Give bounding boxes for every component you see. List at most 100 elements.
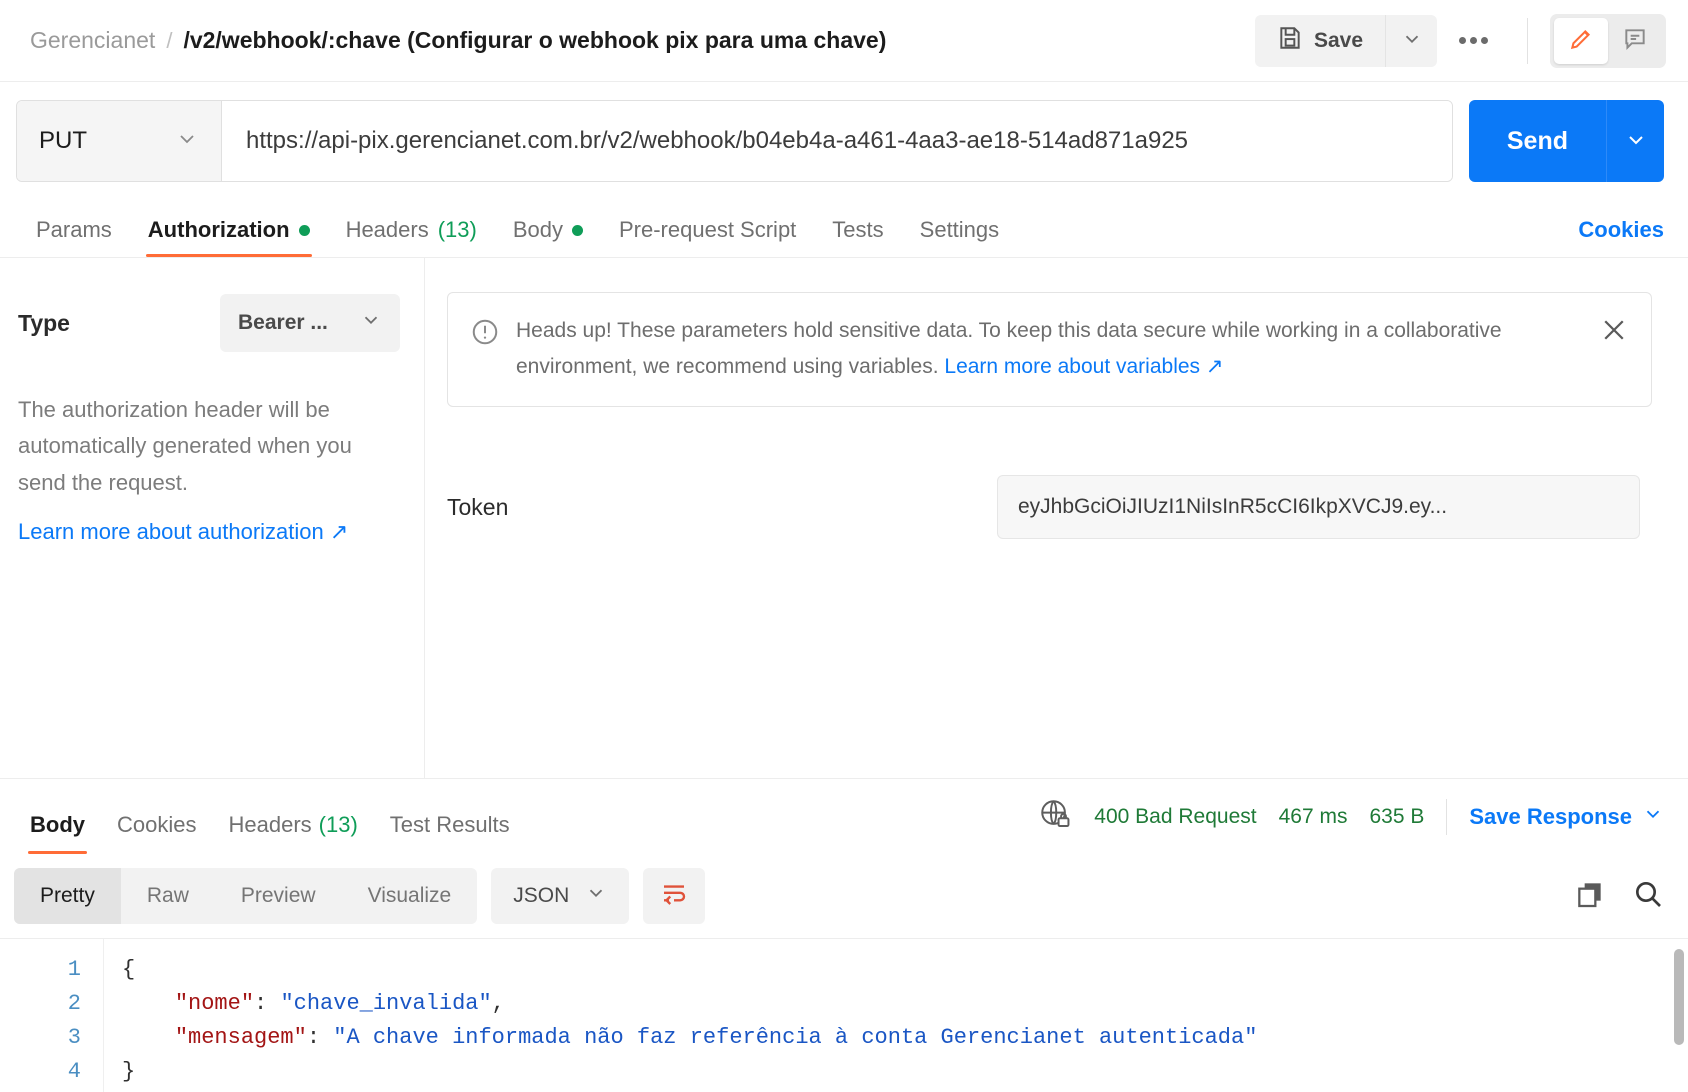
save-button[interactable]: Save xyxy=(1254,14,1385,67)
auth-type-select[interactable]: Bearer ... xyxy=(220,294,400,352)
chevron-down-icon xyxy=(585,882,607,910)
auth-type-value: Bearer ... xyxy=(238,311,328,334)
auth-type-row: Type Bearer ... xyxy=(18,294,400,352)
top-toolbar: Gerencianet / /v2/webhook/:chave (Config… xyxy=(0,0,1688,82)
code-line: } xyxy=(122,1055,1688,1089)
chevron-down-icon xyxy=(1401,28,1423,53)
code-token: "A chave informada não faz referência à … xyxy=(333,1025,1258,1050)
response-bar: Body Cookies Headers (13) Test Results 4… xyxy=(0,778,1688,854)
auth-help-text: The authorization header will be automat… xyxy=(18,397,352,495)
tab-label: Headers xyxy=(228,812,312,837)
code-content[interactable]: { "nome": "chave_invalida", "mensagem": … xyxy=(104,939,1688,1092)
top-actions: Save xyxy=(1254,13,1666,68)
save-response-button[interactable]: Save Response xyxy=(1469,803,1664,831)
view-mode-pretty[interactable]: Pretty xyxy=(14,868,121,924)
page-title: /v2/webhook/:chave (Configurar o webhook… xyxy=(183,27,887,53)
edit-mode-button[interactable] xyxy=(1554,17,1608,64)
tab-params[interactable]: Params xyxy=(18,217,130,257)
comment-mode-button[interactable] xyxy=(1608,18,1662,64)
code-token: "nome" xyxy=(174,991,255,1016)
alert-circle-icon xyxy=(470,317,500,352)
tab-headers[interactable]: Headers (13) xyxy=(328,217,495,257)
authorization-panel: Type Bearer ... The authorization header… xyxy=(0,258,1688,778)
modified-dot-icon xyxy=(572,224,583,236)
tab-pre-request-script[interactable]: Pre-request Script xyxy=(601,217,814,257)
response-body-code: 1 2 3 4 { "nome": "chave_invalida", "men… xyxy=(0,938,1688,1092)
code-line: { xyxy=(122,953,1688,987)
save-dropdown-button[interactable] xyxy=(1385,14,1437,67)
language-value: JSON xyxy=(513,884,570,907)
chevron-down-icon xyxy=(1642,803,1664,831)
breadcrumb-collection[interactable]: Gerencianet xyxy=(30,27,155,54)
tab-authorization[interactable]: Authorization xyxy=(130,217,328,257)
code-scrollbar[interactable] xyxy=(1674,949,1684,1045)
tab-count: (13) xyxy=(437,217,477,242)
auth-fields-pane: Heads up! These parameters hold sensitiv… xyxy=(425,258,1688,778)
response-tab-test-results[interactable]: Test Results xyxy=(374,812,526,854)
view-mode-visualize[interactable]: Visualize xyxy=(342,868,478,924)
search-icon[interactable] xyxy=(1632,878,1664,915)
code-token: "chave_invalida" xyxy=(280,991,492,1016)
breadcrumb-separator: / xyxy=(166,28,173,53)
auth-type-pane: Type Bearer ... The authorization header… xyxy=(0,258,425,778)
response-time: 467 ms xyxy=(1278,804,1348,828)
floppy-disk-icon xyxy=(1277,25,1303,57)
token-input[interactable] xyxy=(997,475,1640,540)
view-mode-preview[interactable]: Preview xyxy=(215,868,342,924)
response-tab-headers[interactable]: Headers (13) xyxy=(212,812,373,854)
modified-dot-icon xyxy=(298,224,310,236)
pencil-icon xyxy=(1568,26,1594,55)
token-label: Token xyxy=(447,493,509,520)
banner-text-wrapper: Heads up! These parameters hold sensitiv… xyxy=(516,313,1583,384)
chevron-down-icon xyxy=(360,309,382,337)
view-mode-raw[interactable]: Raw xyxy=(121,868,215,924)
tab-label: Tests xyxy=(832,217,884,242)
tab-settings[interactable]: Settings xyxy=(902,217,1018,257)
send-button[interactable]: Send xyxy=(1468,100,1606,182)
language-select[interactable]: JSON xyxy=(491,868,630,924)
line-number-gutter: 1 2 3 4 xyxy=(0,939,104,1092)
tab-tests[interactable]: Tests xyxy=(814,217,901,257)
status-badge: 400 Bad Request xyxy=(1094,804,1257,828)
save-response-label: Save Response xyxy=(1469,803,1632,829)
code-token: : xyxy=(306,1025,334,1050)
chevron-down-icon xyxy=(175,127,199,156)
send-button-group: Send xyxy=(1468,100,1664,182)
word-wrap-button[interactable] xyxy=(643,868,706,924)
url-bar: PUT xyxy=(16,100,1453,182)
line-number: 1 xyxy=(67,957,81,982)
response-tab-body[interactable]: Body xyxy=(14,812,101,854)
line-number: 4 xyxy=(67,1059,81,1084)
response-size: 635 B xyxy=(1369,804,1425,828)
auth-type-label: Type xyxy=(18,309,70,336)
response-tab-cookies[interactable]: Cookies xyxy=(101,812,212,854)
token-field-row: Token xyxy=(447,475,1652,540)
tab-label: Body xyxy=(30,812,85,837)
breadcrumb: Gerencianet / /v2/webhook/:chave (Config… xyxy=(30,27,1255,54)
tab-label: Pre-request Script xyxy=(619,217,797,242)
save-button-label: Save xyxy=(1313,28,1363,52)
tab-body[interactable]: Body xyxy=(495,217,601,257)
auth-learn-more-link[interactable]: Learn more about authorization ↗ xyxy=(18,519,348,545)
tab-count: (13) xyxy=(318,812,358,837)
code-token: "mensagem" xyxy=(174,1025,307,1050)
globe-lock-icon xyxy=(1038,797,1072,836)
send-dropdown-button[interactable] xyxy=(1606,100,1664,182)
tab-label: Authorization xyxy=(147,217,290,242)
banner-learn-more-link[interactable]: Learn more about variables ↗ xyxy=(944,355,1223,378)
view-mode-segmented-control: Pretty Raw Preview Visualize xyxy=(14,868,478,924)
save-button-group: Save xyxy=(1254,14,1437,67)
code-token: , xyxy=(491,991,505,1016)
copy-icon[interactable] xyxy=(1574,878,1606,915)
url-input[interactable] xyxy=(222,101,1452,181)
response-tabs: Body Cookies Headers (13) Test Results xyxy=(14,779,526,854)
comment-icon xyxy=(1622,26,1648,55)
cookies-link[interactable]: Cookies xyxy=(1578,217,1664,257)
close-icon[interactable] xyxy=(1599,315,1629,350)
tab-label: Cookies xyxy=(117,812,197,837)
word-wrap-icon xyxy=(659,879,689,914)
code-token: : xyxy=(254,991,281,1016)
more-options-button[interactable] xyxy=(1441,15,1505,67)
method-select[interactable]: PUT xyxy=(17,101,222,181)
tab-label: Body xyxy=(512,217,563,242)
